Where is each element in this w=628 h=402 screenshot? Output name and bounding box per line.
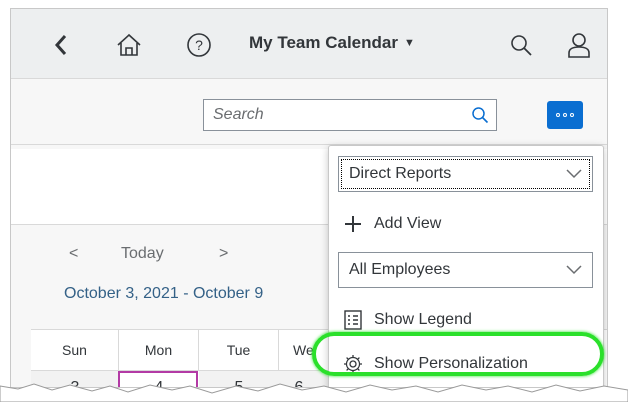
user-icon[interactable]	[563, 29, 595, 61]
torn-edge	[0, 383, 628, 402]
chevron-down-icon	[566, 169, 582, 179]
highlight-annotation	[312, 332, 604, 376]
group-select[interactable]: Direct Reports	[338, 156, 593, 192]
legend-icon	[338, 310, 368, 330]
add-view-button[interactable]: Add View	[338, 206, 596, 242]
search-icon[interactable]	[464, 106, 496, 124]
add-view-label: Add View	[374, 215, 442, 232]
chevron-left-icon[interactable]	[45, 29, 77, 61]
page-title: My Team Calendar	[249, 33, 398, 52]
next-week-button[interactable]: >	[219, 245, 228, 263]
weekday-header: Tue	[199, 329, 279, 371]
group-select-value: Direct Reports	[349, 165, 452, 182]
more-icon	[556, 113, 560, 117]
date-range-label: October 3, 2021 - October 9	[64, 285, 264, 302]
employee-filter-value: All Employees	[349, 261, 451, 278]
app-window: ? My Team Calendar ▼ Search < Today > Oc…	[10, 8, 608, 388]
weekday-header: Sun	[31, 329, 119, 371]
previous-week-button[interactable]: <	[69, 245, 78, 263]
search-icon[interactable]	[505, 29, 537, 61]
home-icon[interactable]	[113, 29, 145, 61]
more-icon-dot	[563, 113, 567, 117]
chevron-down-icon	[566, 265, 582, 275]
search-input[interactable]: Search	[203, 99, 497, 131]
app-title-menu[interactable]: My Team Calendar ▼	[249, 33, 415, 53]
overflow-button[interactable]	[547, 101, 583, 129]
show-legend-label: Show Legend	[374, 311, 472, 328]
screenshot-frame: ? My Team Calendar ▼ Search < Today > Oc…	[0, 0, 628, 402]
svg-text:?: ?	[195, 37, 203, 53]
weekday-header: Mon	[119, 329, 199, 371]
more-icon-dot	[570, 113, 574, 117]
help-icon[interactable]: ?	[183, 29, 215, 61]
today-button[interactable]: Today	[121, 245, 164, 263]
plus-icon	[338, 215, 368, 233]
shell-bar: ? My Team Calendar ▼	[11, 9, 607, 79]
chevron-down-icon: ▼	[403, 37, 415, 49]
search-placeholder: Search	[213, 106, 264, 123]
employee-filter-select[interactable]: All Employees	[338, 252, 593, 288]
